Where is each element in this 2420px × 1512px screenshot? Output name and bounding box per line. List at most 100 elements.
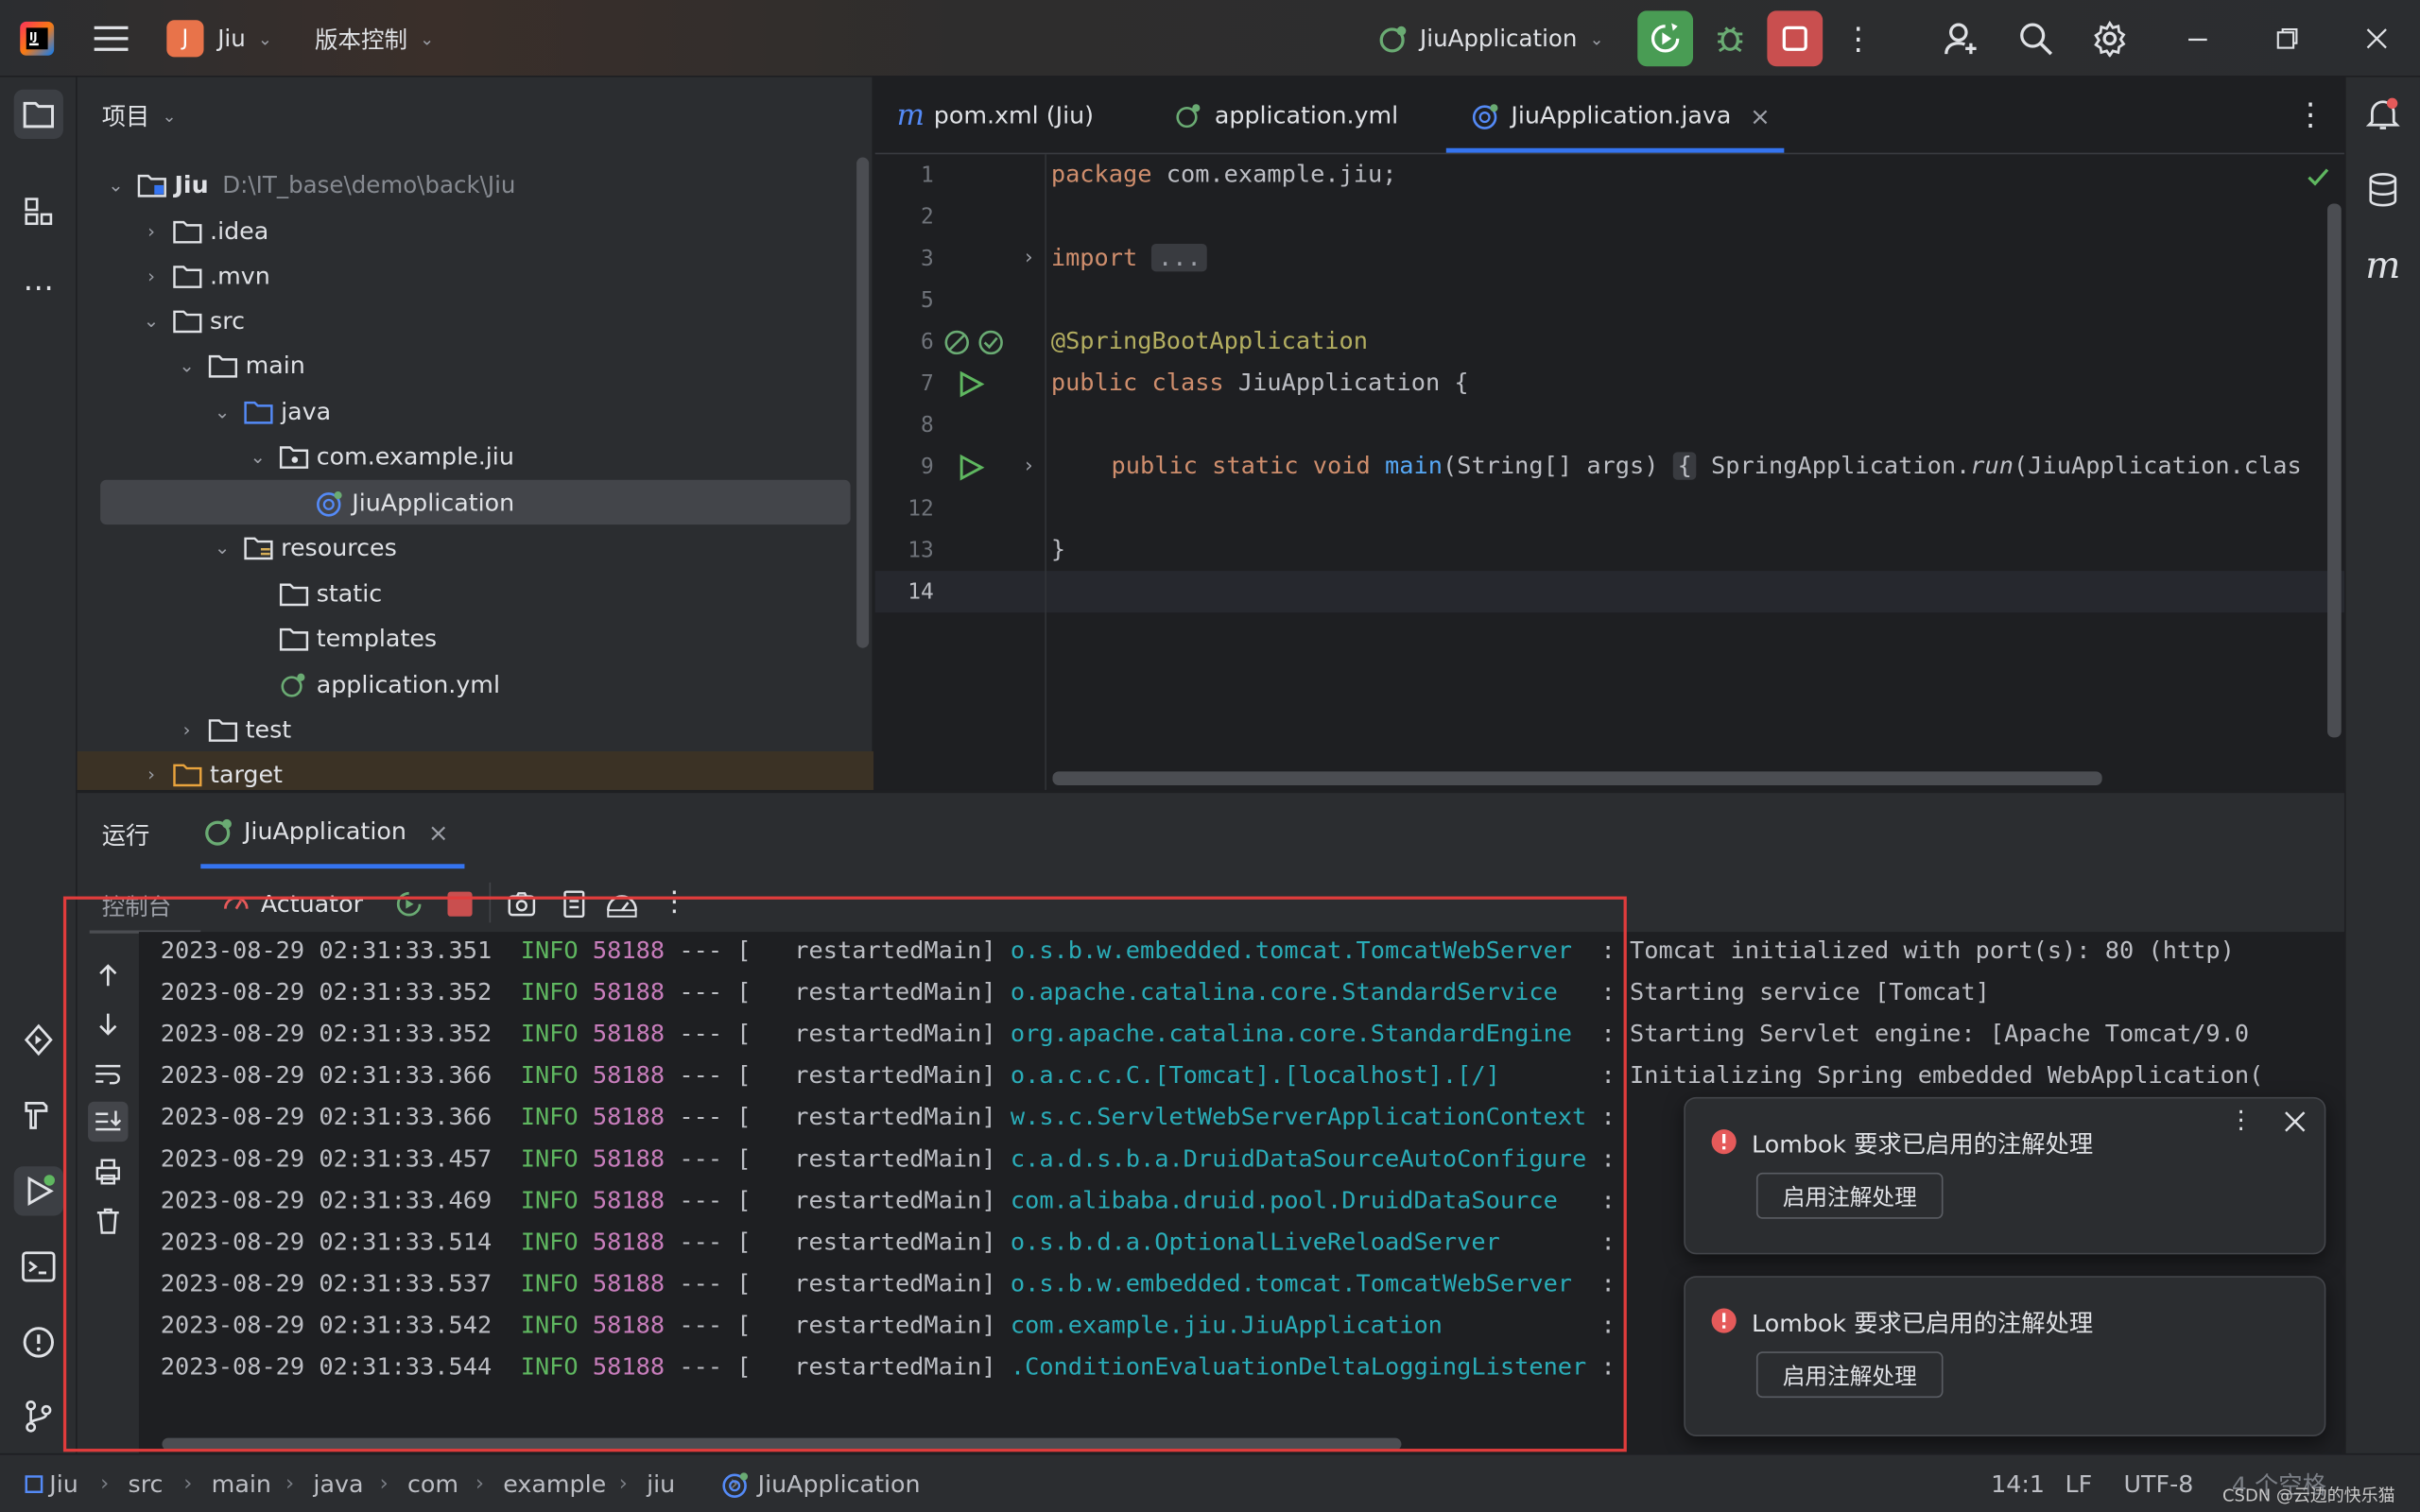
run-config-selector[interactable]: JiuApplication ⌄ — [1378, 20, 1604, 57]
intellij-logo-icon[interactable]: IJ — [15, 19, 59, 59]
scroll-up-arrow-icon[interactable] — [93, 960, 124, 997]
breadcrumb-item[interactable]: main — [212, 1455, 271, 1512]
tree-item-main[interactable]: ⌄ main — [78, 342, 849, 387]
scroll-down-arrow-icon[interactable] — [93, 1009, 124, 1046]
breadcrumb-item[interactable]: example — [503, 1455, 606, 1512]
console-horizontal-scrollbar[interactable] — [162, 1437, 1402, 1451]
tree-item-application-yml[interactable]: application.yml — [78, 662, 849, 706]
code-line-3[interactable]: import ... — [1051, 243, 1208, 272]
notification-options-icon[interactable]: ⋮ — [2229, 1105, 2254, 1134]
editor-horizontal-scrollbar[interactable] — [1052, 771, 2102, 786]
breadcrumb-item[interactable]: com — [407, 1455, 458, 1512]
no-problems-check-icon[interactable] — [2306, 165, 2330, 197]
code-line-6[interactable]: @SpringBootApplication — [1051, 327, 1368, 354]
run-gutter-icon[interactable] — [957, 370, 985, 404]
caret-position[interactable]: 14:1 — [1991, 1455, 2045, 1512]
database-icon[interactable] — [2359, 165, 2408, 215]
folded-body[interactable]: { — [1672, 452, 1697, 480]
debug-button[interactable] — [1705, 14, 1754, 63]
dump-threads-icon[interactable] — [559, 888, 590, 925]
breadcrumb-item[interactable]: jiu — [647, 1455, 675, 1512]
profiler-gauge-icon[interactable] — [605, 888, 639, 925]
stop-icon[interactable] — [446, 890, 474, 924]
tree-item-templates[interactable]: templates — [78, 615, 849, 660]
close-tab-icon[interactable]: × — [1750, 101, 1771, 130]
more-actions-icon[interactable]: ⋮ — [1840, 19, 1876, 59]
close-notification-icon[interactable] — [2281, 1108, 2308, 1142]
code-line-1[interactable]: package com.example.jiu; — [1051, 161, 1397, 188]
terminal-tool-icon[interactable] — [14, 1242, 63, 1291]
add-user-icon[interactable] — [1939, 15, 1985, 61]
tab-jiuapplication-java[interactable]: JiuApplication.java × — [1471, 77, 1771, 155]
problems-tool-icon[interactable] — [14, 1317, 63, 1366]
search-icon[interactable] — [2013, 15, 2059, 61]
tree-item-test[interactable]: › test — [78, 707, 849, 751]
tree-item-package[interactable]: ⌄ com.example.jiu — [78, 434, 849, 478]
code-line-9[interactable]: public static void main(String[] args) {… — [1111, 452, 2302, 480]
soft-wrap-icon[interactable] — [93, 1058, 124, 1095]
settings-gear-icon[interactable] — [2086, 15, 2133, 61]
more-tools-icon[interactable]: ⋯ — [14, 263, 63, 312]
main-menu-icon[interactable] — [90, 19, 133, 59]
folded-imports[interactable]: ... — [1151, 243, 1208, 272]
enable-annotation-processing-button[interactable]: 启用注解处理 — [1755, 1172, 1944, 1219]
tree-item-idea[interactable]: › .idea — [78, 208, 849, 252]
vcs-menu[interactable]: 版本控制 ⌄ — [315, 20, 434, 57]
build-hammer-icon[interactable] — [14, 1090, 63, 1139]
tree-item-jiuapplication[interactable]: JiuApplication — [78, 480, 849, 524]
breadcrumb-item[interactable]: java — [313, 1455, 363, 1512]
close-tab-icon[interactable]: × — [428, 816, 449, 846]
close-window-icon[interactable] — [2355, 19, 2398, 59]
services-tool-icon[interactable] — [14, 1015, 63, 1064]
clear-trash-icon[interactable] — [93, 1205, 124, 1242]
project-panel-header[interactable]: 项目 ⌄ — [102, 98, 177, 132]
run-tool-icon[interactable] — [13, 1166, 63, 1216]
spring-bean-gutter-icon[interactable] — [943, 327, 1009, 364]
tree-item-target[interactable]: › target — [78, 751, 849, 796]
tab-pom-xml[interactable]: m pom.xml (Jiu) — [897, 77, 1094, 155]
tree-item-static[interactable]: static — [78, 571, 849, 615]
tree-item-java[interactable]: ⌄ java — [78, 388, 849, 433]
restore-window-icon[interactable] — [2266, 19, 2309, 59]
code-line-13[interactable]: } — [1051, 536, 1065, 563]
tree-item-resources[interactable]: ⌄ resources — [78, 524, 849, 569]
breadcrumb-item[interactable]: JiuApplication — [758, 1455, 921, 1512]
run-gutter-icon[interactable] — [957, 454, 985, 488]
actuator-tab[interactable]: Actuator — [220, 887, 363, 921]
breadcrumb-item[interactable]: Jiu — [49, 1455, 78, 1512]
maven-icon[interactable]: m — [2359, 241, 2408, 290]
camera-snapshot-icon[interactable] — [507, 888, 538, 925]
line-separator[interactable]: LF — [2065, 1455, 2092, 1512]
print-icon[interactable] — [93, 1156, 124, 1193]
project-tool-icon[interactable] — [13, 89, 63, 139]
structure-tool-icon[interactable] — [14, 187, 63, 236]
file-encoding[interactable]: UTF-8 — [2124, 1455, 2194, 1512]
editor-vertical-scrollbar[interactable] — [2327, 203, 2342, 738]
log-thr: restartedMain] — [765, 978, 996, 1006]
code-keyword: public static void — [1111, 452, 1371, 480]
fold-chevron-icon[interactable]: › — [1025, 455, 1032, 478]
scroll-to-end-icon[interactable] — [88, 1101, 129, 1143]
notification-lombok-2: Lombok 要求已启用的注解处理 启用注解处理 — [1684, 1276, 2326, 1436]
project-switcher[interactable]: J Jiu ⌄ — [166, 20, 272, 58]
stop-button[interactable] — [1767, 10, 1824, 67]
fold-chevron-icon[interactable]: › — [1025, 247, 1032, 269]
notifications-bell-icon[interactable] — [2359, 90, 2408, 139]
minimize-window-icon[interactable] — [2176, 19, 2220, 59]
code-line-7[interactable]: public class JiuApplication { — [1051, 369, 1469, 396]
enable-annotation-processing-button[interactable]: 启用注解处理 — [1755, 1351, 1944, 1399]
tree-item-jiu[interactable]: ⌄ Jiu D:\IT_base\demo\back\Jiu — [78, 162, 849, 206]
console-tab[interactable]: 控制台 — [102, 890, 171, 922]
more-actions-icon[interactable]: ⋮ — [661, 885, 688, 918]
tab-application-yml[interactable]: application.yml — [1174, 77, 1398, 155]
run-tab-jiuapplication[interactable]: JiuApplication × — [204, 812, 449, 851]
rerun-icon[interactable] — [393, 888, 424, 925]
breadcrumb-item[interactable]: src — [129, 1455, 164, 1512]
log-msg: : — [1586, 1228, 1616, 1256]
tab-options-icon[interactable]: ⋮ — [2295, 95, 2326, 132]
rerun-button[interactable] — [1637, 10, 1694, 67]
tree-item-src[interactable]: ⌄ src — [78, 298, 849, 342]
project-scrollbar[interactable] — [856, 157, 870, 648]
git-branch-icon[interactable] — [14, 1392, 63, 1441]
tree-item-mvn[interactable]: › .mvn — [78, 253, 849, 298]
